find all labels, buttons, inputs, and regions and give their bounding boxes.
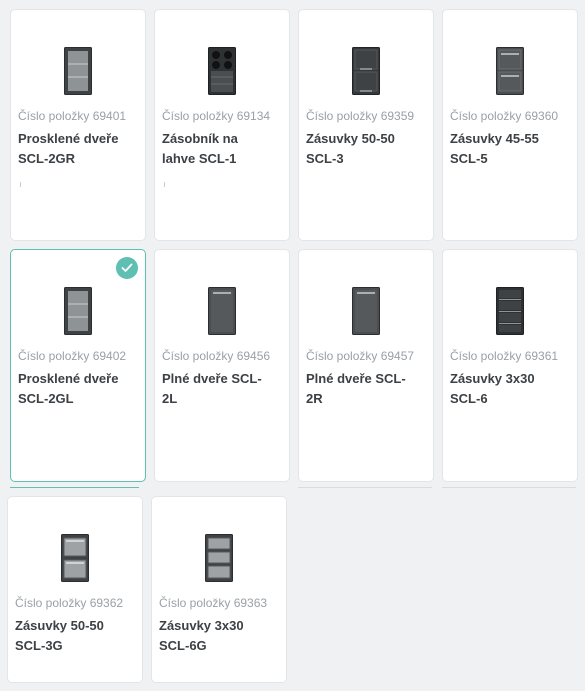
item-number: Číslo položky 69457 [306,349,415,363]
item-number: Číslo položky 69362 [15,596,124,610]
product-card-69363[interactable]: Číslo položky 69363 Zásuvky 3x30 SCL-6G [151,496,287,683]
row-separator [442,487,576,488]
product-card-69456[interactable]: Číslo položky 69456 Plné dveře SCL-2L [154,249,290,482]
item-number: Číslo položky 69456 [162,349,271,363]
item-number: Číslo položky 69361 [450,349,559,363]
item-number: Číslo položky 69134 [162,109,271,123]
product-name: Zásuvky 50-50 SCL-3 [306,131,395,166]
glass-door-icon [11,286,145,336]
selected-check-icon [116,257,138,279]
product-name: Zásobník na lahve SCL-1 [162,131,238,166]
drawers-3-icon [443,286,577,336]
bottle-rack-icon [155,46,289,96]
drawers-2-icon [443,46,577,96]
product-name: Zásuvky 3x30 SCL-6 [450,371,535,406]
item-number: Číslo položky 69402 [18,349,127,363]
product-card-69360[interactable]: Číslo položky 69360 Zásuvky 45-55 SCL-5 [442,9,578,241]
product-card-69401[interactable]: Číslo položky 69401 Prosklené dveře SCL-… [10,9,146,241]
product-card-69402[interactable]: Číslo položky 69402 Prosklené dveře SCL-… [10,249,146,482]
product-name: Plné dveře SCL-2L [162,371,262,406]
glass-drawers-3-icon [152,533,286,583]
glass-door-icon [11,46,145,96]
row-separator [298,487,432,488]
product-name: Prosklené dveře SCL-2GR [18,131,119,166]
product-card-69457[interactable]: Číslo položky 69457 Plné dveře SCL-2R [298,249,434,482]
drawers-2-icon [299,46,433,96]
product-card-69362[interactable]: Číslo položky 69362 Zásuvky 50-50 SCL-3G [7,496,143,683]
glass-drawers-2-icon [8,533,142,583]
solid-door-icon [299,286,433,336]
row-separator [10,487,139,488]
product-name: Zásuvky 3x30 SCL-6G [159,618,244,653]
item-number: Číslo položky 69401 [18,109,127,123]
product-card-69134[interactable]: Číslo položky 69134 Zásobník na lahve SC… [154,9,290,241]
product-option-grid: Číslo položky 69401 Prosklené dveře SCL-… [0,0,585,691]
product-name: Plné dveře SCL-2R [306,371,406,406]
product-card-69361[interactable]: Číslo položky 69361 Zásuvky 3x30 SCL-6 [442,249,578,482]
product-name: Zásuvky 45-55 SCL-5 [450,131,539,166]
item-number: Číslo položky 69363 [159,596,268,610]
product-card-69359[interactable]: Číslo položky 69359 Zásuvky 50-50 SCL-3 [298,9,434,241]
item-number: Číslo položky 69360 [450,109,559,123]
product-name: Zásuvky 50-50 SCL-3G [15,618,104,653]
solid-door-icon [155,286,289,336]
item-number: Číslo položky 69359 [306,109,415,123]
product-name: Prosklené dveře SCL-2GL [18,371,119,406]
divider-mark [20,182,21,187]
divider-mark [164,182,165,187]
